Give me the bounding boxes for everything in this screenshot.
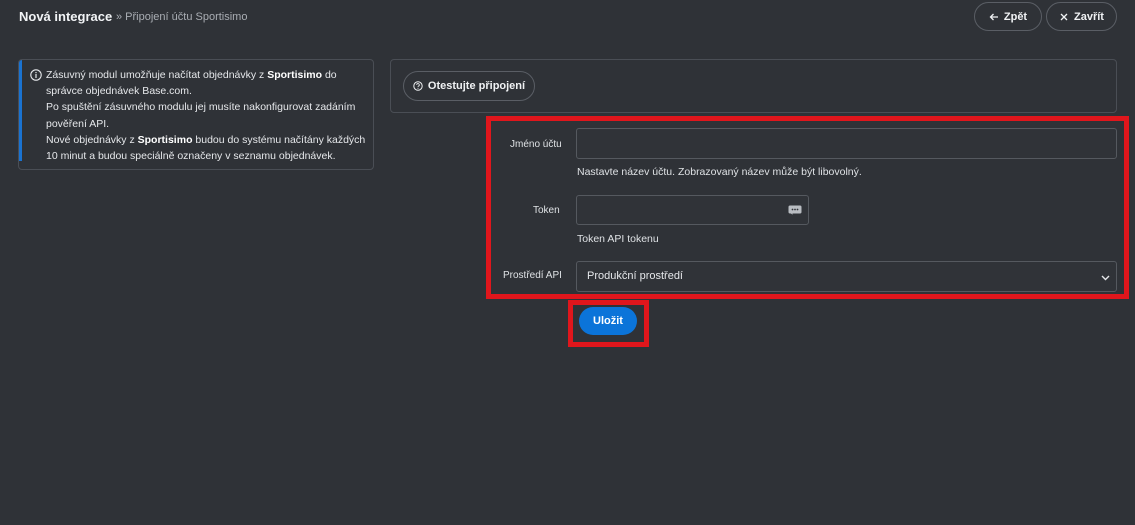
- page-title: Nová integrace: [19, 9, 113, 24]
- page-header: Nová integrace » Připojení účtu Sportisi…: [0, 0, 1135, 34]
- test-connection-label: Otestujte připojení: [427, 80, 526, 92]
- info-text: Zásuvný modul umožňuje načítat objednávk…: [46, 69, 366, 163]
- info-accent-bar: [19, 60, 22, 161]
- test-connection-button[interactable]: Otestujte připojení: [403, 71, 535, 101]
- back-button-label: Zpět: [1003, 10, 1028, 23]
- back-button[interactable]: Zpět: [974, 2, 1042, 31]
- test-connection-panel: Otestujte připojení: [390, 59, 1117, 113]
- close-button[interactable]: Zavřít: [1046, 2, 1117, 31]
- info-panel: Zásuvný modul umožňuje načítat objednávk…: [18, 59, 374, 170]
- help-circle-icon: [413, 81, 423, 91]
- close-icon: [1060, 13, 1068, 20]
- arrow-left-icon: [989, 13, 998, 20]
- close-button-label: Zavřít: [1074, 10, 1104, 23]
- save-highlight-box: [568, 300, 649, 347]
- info-icon: [30, 69, 42, 81]
- form-highlight-box: [486, 116, 1129, 299]
- breadcrumb: » Připojení účtu Sportisimo: [116, 11, 248, 23]
